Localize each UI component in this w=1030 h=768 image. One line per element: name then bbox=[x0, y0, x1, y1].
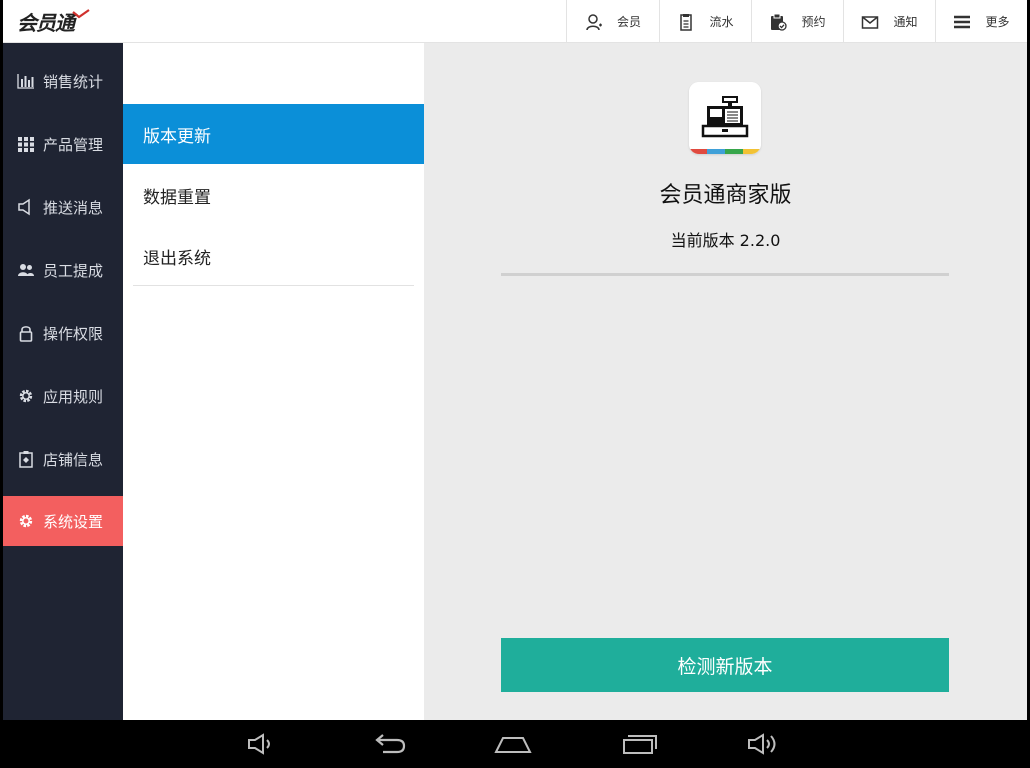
clipboard-check-icon bbox=[771, 13, 788, 31]
member-icon bbox=[586, 13, 602, 30]
sidebar-item-label: 员工提成 bbox=[43, 261, 104, 280]
mail-icon bbox=[862, 15, 879, 29]
sidebar: 销售统计 产品管理 推送消息 员工提成 操作权限 应用规则 店铺信息 系统设置 bbox=[3, 43, 123, 720]
lock-icon bbox=[19, 326, 33, 342]
submenu-item-label: 退出系统 bbox=[143, 248, 211, 269]
recents-icon[interactable] bbox=[620, 730, 660, 758]
app-icon bbox=[689, 82, 761, 154]
sidebar-item-label: 推送消息 bbox=[43, 198, 104, 217]
sidebar-item-rules[interactable]: 应用规则 bbox=[3, 371, 123, 421]
gear-icon bbox=[19, 389, 33, 403]
submenu-item-label: 数据重置 bbox=[143, 187, 211, 208]
logo-text: 会员通 bbox=[17, 10, 75, 35]
app-window: 会员通 会员 流水 预约 通知 更多 销售统计 产品管理 推送消息 员工提成 操… bbox=[3, 0, 1027, 720]
speaker-icon bbox=[18, 198, 30, 216]
menu-icon bbox=[954, 15, 971, 28]
ledger-icon bbox=[680, 13, 693, 31]
nav-notice[interactable]: 通知 bbox=[843, 0, 935, 43]
sidebar-item-products[interactable]: 产品管理 bbox=[3, 119, 123, 169]
nav-more-label: 更多 bbox=[985, 15, 1010, 29]
sidebar-item-label: 产品管理 bbox=[43, 135, 104, 154]
settings-submenu: 版本更新 数据重置 退出系统 bbox=[123, 43, 424, 720]
nav-booking[interactable]: 预约 bbox=[751, 0, 843, 43]
nav-notice-label: 通知 bbox=[893, 15, 918, 29]
store-icon bbox=[19, 451, 33, 468]
sidebar-item-label: 店铺信息 bbox=[43, 450, 104, 469]
submenu-item-data-reset[interactable]: 数据重置 bbox=[123, 165, 424, 225]
current-version: 当前版本 2.2.0 bbox=[670, 231, 781, 250]
check-update-button[interactable]: 检测新版本 bbox=[501, 638, 949, 692]
divider-line bbox=[501, 273, 949, 276]
sidebar-item-system-settings[interactable]: 系统设置 bbox=[3, 496, 123, 546]
nav-member-label: 会员 bbox=[616, 15, 641, 29]
settings-icon bbox=[19, 514, 33, 528]
sidebar-item-commission[interactable]: 员工提成 bbox=[3, 245, 123, 295]
nav-ledger-label: 流水 bbox=[709, 15, 734, 29]
sidebar-item-label: 操作权限 bbox=[43, 324, 104, 343]
home-icon[interactable] bbox=[493, 730, 533, 758]
sidebar-item-store-info[interactable]: 店铺信息 bbox=[3, 434, 123, 484]
users-icon bbox=[18, 264, 34, 276]
version-panel: 会员通商家版 当前版本 2.2.0 检测新版本 bbox=[424, 43, 1027, 720]
nav-booking-label: 预约 bbox=[801, 15, 826, 29]
submenu-item-version-update[interactable]: 版本更新 bbox=[123, 104, 424, 164]
submenu-item-label: 版本更新 bbox=[143, 126, 211, 147]
app-logo[interactable]: 会员通 bbox=[17, 8, 90, 35]
android-nav-bar bbox=[0, 720, 1030, 768]
back-icon[interactable] bbox=[369, 730, 409, 758]
cash-register-icon bbox=[689, 82, 761, 154]
sidebar-item-label: 应用规则 bbox=[43, 387, 104, 406]
nav-ledger[interactable]: 流水 bbox=[659, 0, 751, 43]
submenu-item-logout[interactable]: 退出系统 bbox=[123, 226, 424, 286]
bar-chart-icon bbox=[17, 74, 34, 89]
top-nav: 会员 流水 预约 通知 更多 bbox=[566, 0, 1027, 43]
volume-down-icon[interactable] bbox=[243, 730, 283, 758]
submenu-divider bbox=[133, 285, 414, 286]
grid-icon bbox=[18, 137, 34, 152]
app-title: 会员通商家版 bbox=[659, 183, 792, 208]
sidebar-item-permissions[interactable]: 操作权限 bbox=[3, 308, 123, 358]
nav-member[interactable]: 会员 bbox=[566, 0, 659, 43]
sidebar-item-push[interactable]: 推送消息 bbox=[3, 182, 123, 232]
logo-swoosh-icon bbox=[72, 9, 90, 19]
sidebar-item-label: 系统设置 bbox=[43, 512, 104, 531]
top-bar: 会员通 会员 流水 预约 通知 更多 bbox=[3, 0, 1027, 43]
nav-more[interactable]: 更多 bbox=[935, 0, 1027, 43]
volume-up-icon[interactable] bbox=[745, 730, 785, 758]
sidebar-item-sales-stats[interactable]: 销售统计 bbox=[3, 56, 123, 106]
sidebar-item-label: 销售统计 bbox=[43, 72, 104, 91]
